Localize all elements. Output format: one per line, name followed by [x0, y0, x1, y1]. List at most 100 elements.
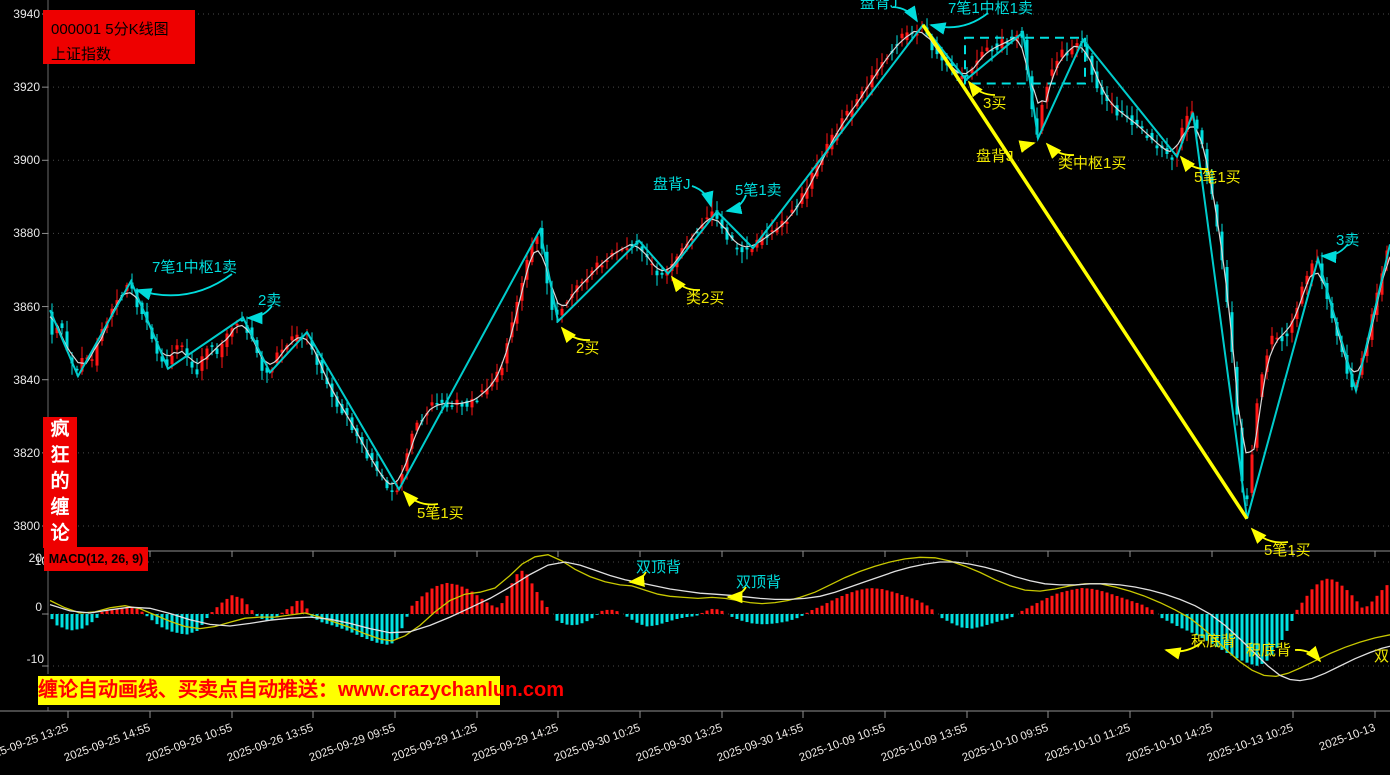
macd-hist-bar	[716, 609, 719, 614]
macd-hist-bar	[301, 600, 304, 614]
annotation-arrow	[1047, 144, 1074, 155]
macd-hist-bar	[1031, 606, 1034, 614]
chan-pen-line	[50, 25, 1390, 519]
macd-hist-bar	[606, 610, 609, 614]
macd-hist-bar	[431, 589, 434, 614]
macd-hist-bar	[1076, 589, 1079, 614]
macd-hist-bar	[931, 609, 934, 614]
macd-hist-bar	[1271, 614, 1274, 655]
watermark-char: 的	[43, 469, 77, 495]
macd-hist-bar	[136, 609, 139, 614]
macd-hist-bar	[1116, 596, 1119, 614]
candle-body	[1271, 336, 1274, 345]
kline-chart-canvas[interactable]	[0, 0, 1390, 775]
macd-hist-bar	[946, 614, 949, 621]
macd-hist-bar	[446, 583, 449, 614]
macd-hist-bar	[1281, 614, 1284, 640]
symbol-code-label: 000001 5分K线图	[51, 18, 169, 39]
macd-hist-bar	[1061, 592, 1064, 614]
macd-hist-bar	[836, 598, 839, 614]
macd-hist-bar	[1021, 611, 1024, 614]
candle-body	[481, 390, 484, 392]
candle-body	[181, 345, 184, 347]
macd-hist-bar	[506, 596, 509, 614]
macd-hist-bar	[921, 603, 924, 614]
macd-hist-bar	[1316, 584, 1319, 614]
macd-hist-bar	[1051, 596, 1054, 614]
macd-hist-bar	[1356, 601, 1359, 614]
macd-hist-bar	[696, 614, 699, 616]
macd-hist-bar	[221, 603, 224, 614]
macd-hist-bar	[701, 613, 704, 614]
macd-hist-bar	[51, 614, 54, 619]
macd-hist-bar	[646, 614, 649, 626]
candle-body	[1171, 157, 1174, 159]
macd-hist-bar	[1176, 614, 1179, 626]
candle-body	[1156, 145, 1159, 148]
candle-body	[396, 491, 399, 493]
macd-hist-bar	[391, 614, 394, 643]
macd-hist-bar	[1136, 603, 1139, 614]
macd-hist-bar	[131, 607, 134, 614]
annotation-arrow	[727, 195, 746, 211]
annotation-arrow	[1295, 650, 1320, 661]
annotation-arrow	[931, 13, 988, 27]
macd-hist-bar	[1081, 588, 1084, 614]
macd-hist-bar	[1291, 614, 1294, 621]
macd-hist-bar	[721, 611, 724, 614]
annotation-arrow	[1022, 143, 1034, 152]
candle-body	[736, 248, 739, 250]
candle-body	[451, 405, 454, 407]
macd-hist-bar	[96, 614, 99, 618]
candle-body	[661, 273, 664, 275]
macd-hist-bar	[1121, 598, 1124, 614]
macd-hist-bar	[236, 597, 239, 614]
candle-body	[741, 247, 744, 252]
watermark-char: 狂	[43, 443, 77, 469]
macd-hist-bar	[1311, 589, 1314, 614]
macd-hist-bar	[1011, 614, 1014, 617]
macd-hist-bar	[761, 614, 764, 624]
annotation-arrow	[1166, 642, 1202, 651]
candle-body	[746, 248, 749, 250]
macd-hist-bar	[1111, 594, 1114, 614]
macd-hist-bar	[636, 614, 639, 623]
macd-hist-bar	[56, 614, 59, 625]
macd-hist-bar	[611, 610, 614, 614]
symbol-name-label: 上证指数	[51, 43, 111, 64]
macd-hist-bar	[656, 614, 659, 625]
macd-hist-bar	[1266, 614, 1269, 661]
macd-hist-bar	[776, 614, 779, 623]
macd-hist-bar	[856, 590, 859, 614]
macd-hist-bar	[536, 592, 539, 614]
macd-hist-bar	[886, 590, 889, 614]
candle-body	[1251, 454, 1254, 492]
macd-hist-bar	[1336, 582, 1339, 614]
macd-hist-bar	[411, 606, 414, 614]
candle-body	[276, 353, 279, 364]
macd-hist-bar	[546, 607, 549, 614]
candle-body	[986, 48, 989, 51]
macd-hist-bar	[966, 614, 969, 628]
macd-hist-bar	[816, 608, 819, 614]
macd-hist-bar	[86, 614, 89, 625]
macd-hist-bar	[906, 597, 909, 614]
macd-hist-bar	[746, 614, 749, 622]
macd-hist-bar	[1066, 591, 1069, 614]
macd-hist-bar	[916, 600, 919, 614]
macd-hist-bar	[1001, 614, 1004, 620]
macd-hist-bar	[161, 614, 164, 627]
candle-body	[61, 323, 64, 328]
annotation-arrow	[672, 277, 700, 290]
macd-hist-bar	[1341, 586, 1344, 614]
ad-banner-link[interactable]: 缠论自动画线、买卖点自动推送：www.crazychanlun.com	[36, 674, 502, 707]
macd-hist-bar	[791, 614, 794, 620]
macd-hist-bar	[471, 592, 474, 614]
macd-hist-bar	[1151, 610, 1154, 614]
macd-hist-bar	[561, 614, 564, 623]
candle-body	[626, 248, 629, 250]
macd-hist-bar	[1381, 590, 1384, 614]
macd-hist-bar	[1146, 607, 1149, 614]
macd-hist-bar	[971, 614, 974, 629]
macd-hist-bar	[1056, 594, 1059, 614]
